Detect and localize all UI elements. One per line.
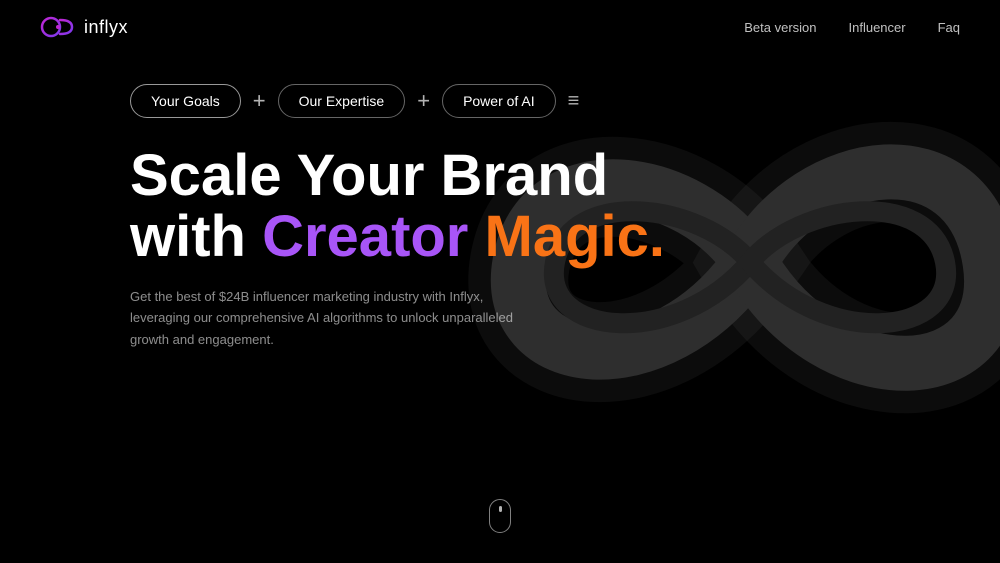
nav-influencer[interactable]: Influencer [849, 20, 906, 35]
hero-section: Your Goals + Our Expertise + Power of AI… [0, 54, 1000, 350]
tag-ai[interactable]: Power of AI [442, 84, 556, 118]
hero-headline: Scale Your Brand with Creator Magic. [130, 146, 960, 268]
tags-row: Your Goals + Our Expertise + Power of AI… [130, 84, 960, 118]
mouse-icon [489, 499, 511, 533]
mouse-dot [499, 506, 502, 512]
logo-icon [40, 16, 76, 38]
navbar: inflyx Beta version Influencer Faq [0, 0, 1000, 54]
headline-space [468, 204, 484, 269]
headline-line1: Scale Your Brand [130, 146, 960, 207]
headline-with: with [130, 204, 262, 269]
plus-icon-1: + [253, 88, 266, 114]
nav-beta[interactable]: Beta version [744, 20, 816, 35]
hero-subtext: Get the best of $24B influencer marketin… [130, 286, 530, 350]
headline-creator: Creator [262, 204, 468, 269]
headline-magic: Magic. [485, 204, 666, 269]
plus-icon-2: + [417, 88, 430, 114]
logo[interactable]: inflyx [40, 16, 128, 38]
nav-links: Beta version Influencer Faq [744, 20, 960, 35]
tag-expertise[interactable]: Our Expertise [278, 84, 406, 118]
headline-line2: with Creator Magic. [130, 207, 960, 268]
brand-name: inflyx [84, 17, 128, 38]
nav-faq[interactable]: Faq [938, 20, 960, 35]
scroll-indicator [489, 499, 511, 533]
equals-icon: ≡ [568, 90, 580, 113]
tag-goals[interactable]: Your Goals [130, 84, 241, 118]
